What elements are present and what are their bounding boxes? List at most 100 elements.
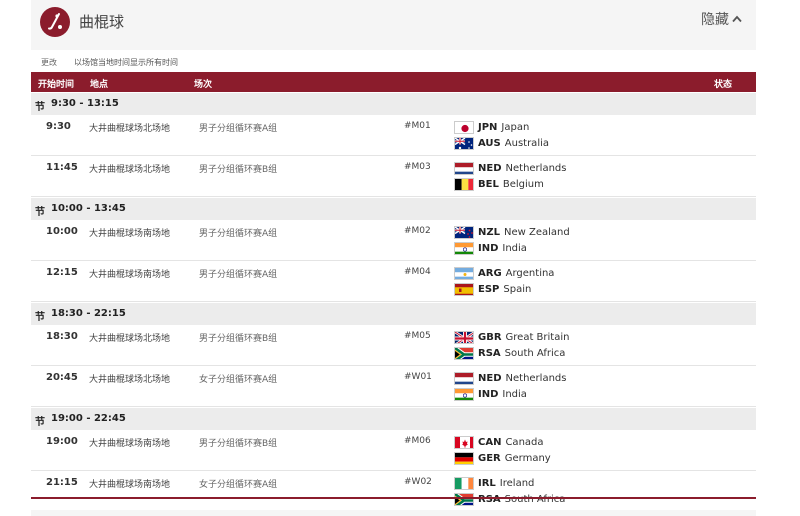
session-header: 节 10:00 - 13:45	[31, 198, 756, 220]
team-name: Argentina	[505, 267, 555, 279]
schedule-panel: 曲棍球 隐藏 更改 以场馆当地时间显示所有时间 开始时间 地点 场次 状态 节9…	[31, 0, 756, 516]
team-entry[interactable]: NZL New Zealand	[454, 225, 570, 239]
flag-ger-icon	[454, 451, 474, 465]
team-code: IRL	[478, 477, 496, 489]
team-entry[interactable]: RSA South Africa	[454, 492, 565, 506]
match-start-time: 21:15	[46, 477, 78, 488]
match-event: 男子分组循环赛B组	[199, 334, 278, 344]
session-header: 节 18:30 - 22:15	[31, 303, 756, 325]
hide-button[interactable]: 隐藏	[701, 9, 742, 29]
team-name: Great Britain	[505, 331, 570, 343]
team-name: Belgium	[502, 178, 544, 190]
team-name: India	[502, 388, 527, 400]
team-code: ARG	[478, 267, 502, 279]
column-header-time: 开始时间	[38, 80, 75, 90]
team-name: Germany	[504, 452, 551, 464]
match-code: #M05	[404, 331, 431, 341]
table-header: 开始时间 地点 场次 状态	[31, 72, 756, 92]
team-code: AUS	[478, 137, 501, 149]
match-code: #M04	[404, 267, 431, 277]
team-entry[interactable]: ESP Spain	[454, 282, 531, 296]
team-entry[interactable]: GER Germany	[454, 451, 551, 465]
session-label: 节	[35, 417, 45, 428]
session-time-range: 18:30 - 22:15	[51, 308, 126, 319]
team-name: South Africa	[504, 347, 566, 359]
match-start-time: 12:15	[46, 267, 78, 278]
match-row[interactable]: 20:45 大井曲棍球场北场地 女子分组循环赛A组 #W01 NED Netherland…	[31, 367, 756, 407]
match-start-time: 19:00	[46, 436, 78, 447]
match-row[interactable]: 12:15 大井曲棍球场南场地 男子分组循环赛A组 #M04 ARG Argentina E…	[31, 262, 756, 302]
match-code: #M01	[404, 121, 431, 131]
match-row[interactable]: 19:00 大井曲棍球场南场地 男子分组循环赛B组 #M06 CAN Canada GER G…	[31, 431, 756, 471]
team-name: Japan	[501, 121, 530, 133]
team-name: South Africa	[504, 493, 566, 505]
match-start-time: 11:45	[46, 162, 78, 173]
match-code: #W01	[404, 372, 432, 382]
team-code: GBR	[478, 331, 502, 343]
flag-rsa-icon	[454, 492, 474, 506]
session-label: 节	[35, 102, 45, 113]
team-name: New Zealand	[504, 226, 570, 238]
team-name: Netherlands	[505, 372, 567, 384]
match-venue: 大井曲棍球场南场地	[89, 270, 171, 280]
match-row[interactable]: 18:30 大井曲棍球场北场地 男子分组循环赛B组 #M05 GBR Great Brit…	[31, 326, 756, 366]
team-code: NED	[478, 372, 502, 384]
team-code: JPN	[478, 121, 498, 133]
session-header: 节 9:30 - 13:15	[31, 93, 756, 115]
match-code: #M02	[404, 226, 431, 236]
session-time-range: 9:30 - 13:15	[51, 98, 119, 109]
flag-nzl-icon	[454, 225, 474, 239]
match-venue: 大井曲棍球场北场地	[89, 124, 171, 134]
flag-bel-icon	[454, 177, 474, 191]
team-entry[interactable]: BEL Belgium	[454, 177, 544, 191]
match-event: 女子分组循环赛A组	[199, 480, 278, 490]
team-code: RSA	[478, 493, 501, 505]
flag-arg-icon	[454, 266, 474, 280]
match-event: 男子分组循环赛B组	[199, 439, 278, 449]
timezone-change-link[interactable]: 更改	[41, 57, 57, 68]
team-name: Spain	[503, 283, 532, 295]
match-row[interactable]: 10:00 大井曲棍球场南场地 男子分组循环赛A组 #M02 NZL New Zealan…	[31, 221, 756, 261]
session-header: 节 19:00 - 22:45	[31, 408, 756, 430]
team-entry[interactable]: CAN Canada	[454, 435, 544, 449]
team-name: India	[502, 242, 527, 254]
match-start-time: 10:00	[46, 226, 78, 237]
team-entry[interactable]: ARG Argentina	[454, 266, 554, 280]
team-code: CAN	[478, 436, 502, 448]
match-venue: 大井曲棍球场南场地	[89, 229, 171, 239]
flag-ned-icon	[454, 161, 474, 175]
match-event: 男子分组循环赛A组	[199, 124, 278, 134]
team-entry[interactable]: AUS Australia	[454, 136, 549, 150]
team-entry[interactable]: NED Netherlands	[454, 161, 566, 175]
team-entry[interactable]: IND India	[454, 387, 527, 401]
match-event: 男子分组循环赛A组	[199, 229, 278, 239]
column-header-status: 状态	[714, 80, 733, 90]
team-entry[interactable]: JPN Japan	[454, 120, 529, 134]
team-entry[interactable]: NED Netherlands	[454, 371, 566, 385]
sport-title: 曲棍球	[79, 13, 125, 31]
table-bottom-divider	[31, 497, 756, 499]
team-entry[interactable]: RSA South Africa	[454, 346, 565, 360]
team-entry[interactable]: GBR Great Britain	[454, 330, 569, 344]
session-label: 节	[35, 207, 45, 218]
team-entry[interactable]: IRL Ireland	[454, 476, 534, 490]
match-code: #W02	[404, 477, 432, 487]
timezone-note: 以场馆当地时间显示所有时间	[74, 58, 178, 67]
team-code: IND	[478, 242, 499, 254]
session-time-range: 10:00 - 13:45	[51, 203, 126, 214]
team-code: GER	[478, 452, 501, 464]
sport-header: 曲棍球 隐藏	[31, 0, 756, 50]
team-name: Canada	[505, 436, 544, 448]
team-code: RSA	[478, 347, 501, 359]
match-start-time: 20:45	[46, 372, 78, 383]
team-entry[interactable]: IND India	[454, 241, 527, 255]
team-name: Ireland	[499, 477, 535, 489]
hide-label: 隐藏	[701, 12, 729, 28]
column-header-event: 场次	[194, 80, 213, 90]
match-row[interactable]: 11:45 大井曲棍球场北场地 男子分组循环赛B组 #M03 NED Netherland…	[31, 157, 756, 197]
match-event: 男子分组循环赛B组	[199, 165, 278, 175]
match-venue: 大井曲棍球场南场地	[89, 439, 171, 449]
match-row[interactable]: 9:30 大井曲棍球场北场地 男子分组循环赛A组 #M01 JPN Japan AUS Aus…	[31, 116, 756, 156]
match-row[interactable]: 21:15 大井曲棍球场南场地 女子分组循环赛A组 #W02 IRL Ireland RSA…	[31, 472, 756, 512]
flag-ned-icon	[454, 371, 474, 385]
